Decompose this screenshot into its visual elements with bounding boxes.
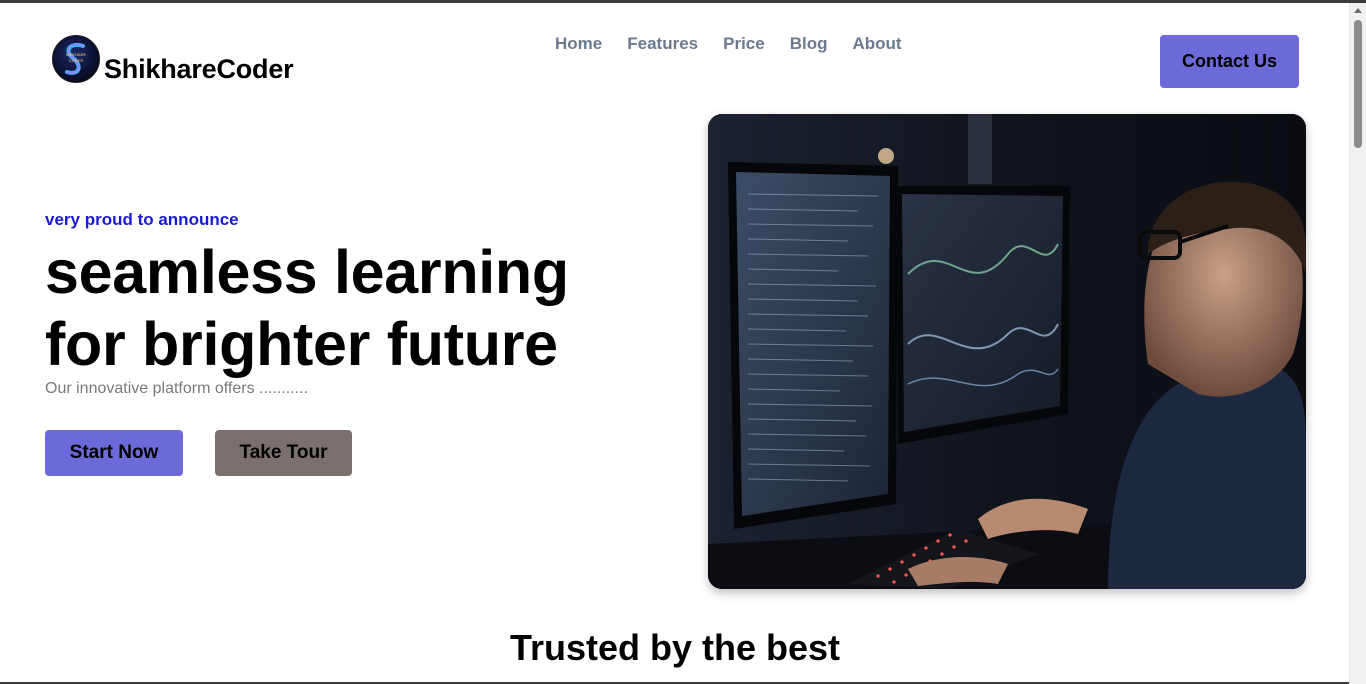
start-now-button[interactable]: Start Now (45, 430, 183, 476)
hero-headline-line1: seamless learning (45, 238, 569, 306)
hero-headline: seamless learning for brighter future (45, 236, 569, 380)
trusted-by-heading: Trusted by the best (509, 627, 841, 668)
vertical-scrollbar[interactable] (1349, 3, 1366, 684)
main-nav: Home Features Price Blog About (555, 34, 927, 54)
scrollbar-thumb[interactable] (1354, 20, 1362, 148)
hero-headline-line2: for brighter future (45, 310, 558, 378)
nav-about[interactable]: About (852, 34, 901, 54)
nav-home[interactable]: Home (555, 34, 602, 54)
scroll-up-arrow-icon[interactable] (1354, 8, 1362, 13)
contact-us-button[interactable]: Contact Us (1160, 35, 1299, 88)
brand-name: ShikhareCoder (104, 54, 294, 84)
programmer-at-monitors-photo (708, 114, 1306, 589)
nav-price[interactable]: Price (723, 34, 765, 54)
nav-blog[interactable]: Blog (790, 34, 828, 54)
hero-subtitle: Our innovative platform offers .........… (45, 380, 308, 397)
svg-text:SHIKHARE: SHIKHARE (66, 52, 87, 57)
window-top-border (0, 0, 1366, 3)
brand-logo[interactable]: SHIKHARE CODER ShikhareCoder (52, 35, 294, 84)
take-tour-button[interactable]: Take Tour (215, 430, 352, 476)
nav-features[interactable]: Features (627, 34, 698, 54)
shikharecoder-logo-icon: SHIKHARE CODER (52, 35, 100, 83)
svg-text:CODER: CODER (69, 58, 84, 63)
announce-text: very proud to announce (45, 210, 239, 229)
